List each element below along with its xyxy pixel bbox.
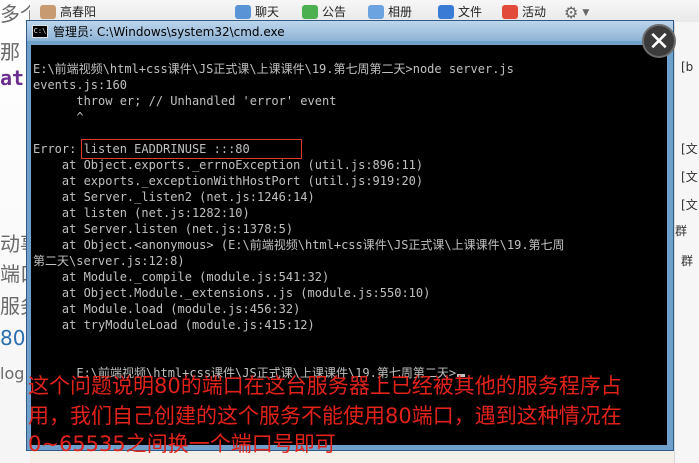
toolbar-label: 聊天 <box>255 5 280 19</box>
close-button[interactable]: ✕ <box>642 24 676 58</box>
annotation-line: 0~65535之间换一个端口号即可 <box>28 432 336 456</box>
toolbar-files[interactable]: 文件 <box>438 3 482 20</box>
avatar <box>40 4 56 19</box>
background-right-panel: [b [文 [文 [文 群 群 <box>674 22 699 463</box>
cmd-title: 管理员: C:\Windows\system32\cmd.exe <box>53 24 285 39</box>
console-line: at exports._exceptionWithHostPort (util.… <box>33 174 424 188</box>
toolbar-chat[interactable]: 聊天 <box>235 3 279 20</box>
console-line: at Object.exports._errnoException (util.… <box>33 158 424 172</box>
bg-right-item: [文 <box>681 170 698 184</box>
annotation-line: 这个问题说明80的端口在这台服务器上已经被其他的服务程序占 <box>28 374 622 398</box>
bg-fragment: log <box>0 364 25 383</box>
announcement-icon <box>302 4 318 19</box>
console-line: at Module._compile (module.js:541:32) <box>33 270 330 284</box>
console-line: at Object.<anonymous> (E:\前端视频\html+css课… <box>33 238 565 252</box>
bg-right-item: [文 <box>681 142 698 156</box>
flag-icon <box>502 4 518 19</box>
console-line: events.js:160 <box>33 78 127 92</box>
toolbar-label: 公告 <box>322 5 347 19</box>
bg-fragment: at <box>0 66 25 90</box>
bg-fragment: 那 <box>0 40 20 64</box>
console-line: at Object.Module._extensions..js (module… <box>33 286 431 300</box>
bg-right-item: [文 <box>681 198 698 212</box>
folder-icon <box>438 4 454 19</box>
bg-right-item: 群 <box>675 224 688 238</box>
annotation-line: 用，我们自己创建的这个服务不能使用80端口，遇到这种情况在 <box>28 404 622 428</box>
bg-right-item: 群 <box>681 254 694 268</box>
console-line: E:\前端视频\html+css课件\JS正式课\上课课件\19.第七周第二天>… <box>33 62 514 76</box>
console-line: ^ <box>33 110 84 124</box>
toolbar-album[interactable]: 相册 <box>368 3 412 20</box>
toolbar-label: 文件 <box>458 5 483 19</box>
console-line: at listen (net.js:1282:10) <box>33 206 250 220</box>
error-highlight-box <box>81 139 302 159</box>
chevron-down-icon: ▼ <box>582 7 590 18</box>
console-line: throw er; // Unhandled 'error' event <box>33 94 337 108</box>
console-line: at Server._listen2 (net.js:1246:14) <box>33 190 315 204</box>
console-line: at Module.load (module.js:456:32) <box>33 302 301 316</box>
user-name: 高春阳 <box>60 5 97 19</box>
toolbar-label: 活动 <box>522 5 547 19</box>
console-line: at tryModuleLoad (module.js:415:12) <box>33 318 315 332</box>
close-icon: ✕ <box>648 27 670 57</box>
chat-icon <box>235 4 251 19</box>
bg-right-item: [b <box>681 60 694 74</box>
cmd-titlebar[interactable]: C:\ 管理员: C:\Windows\system32\cmd.exe <box>27 21 673 41</box>
toolbar-activity[interactable]: 活动 <box>502 3 546 20</box>
album-icon <box>368 4 384 19</box>
group-user[interactable]: 高春阳 <box>40 3 96 20</box>
toolbar-announcement[interactable]: 公告 <box>302 3 346 20</box>
console-line: at Server.listen (net.js:1378:5) <box>33 222 294 236</box>
console-line: 第二天\server.js:12:8) <box>33 254 185 268</box>
toolbar-label: 相册 <box>388 5 413 19</box>
bg-fragment: 80 <box>0 326 26 350</box>
cmd-icon: C:\ <box>32 24 48 38</box>
